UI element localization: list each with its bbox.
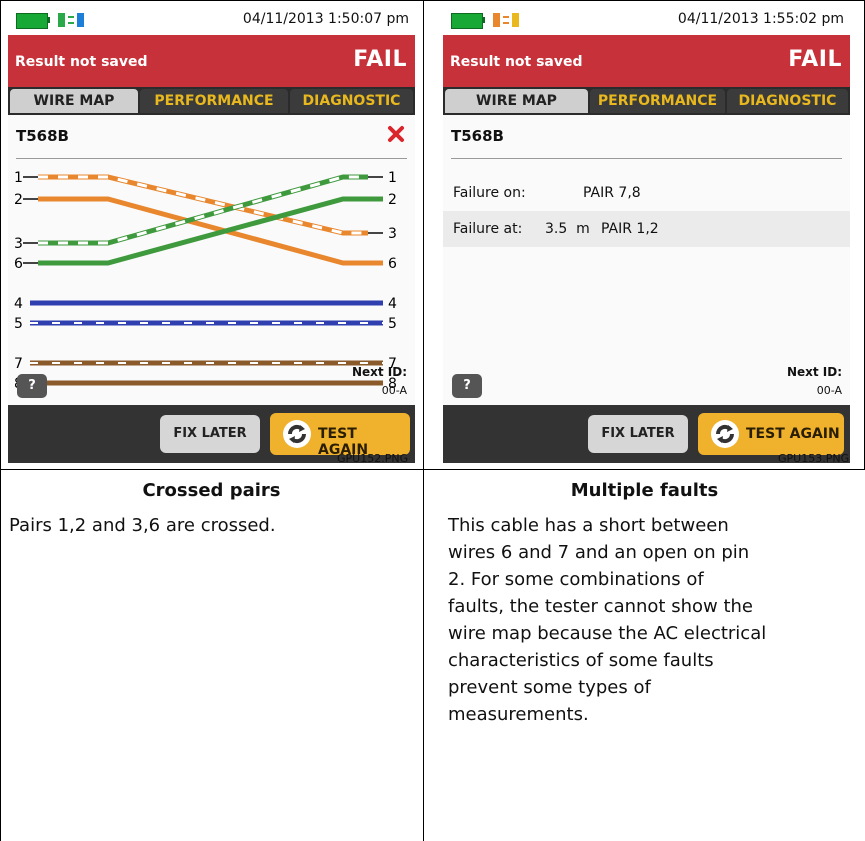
pin-left-6: 6 (14, 256, 23, 272)
wire-3 (23, 174, 383, 246)
tab-diagnostic[interactable]: DIAGNOSTIC (727, 89, 848, 113)
failure-at-value: PAIR 1,2 (601, 221, 659, 237)
description-line: measurements. (448, 704, 589, 725)
wire-map-panel: T568B Failure on: PAIR 7,8 Failure at: 3… (443, 115, 850, 405)
table-border-mid (423, 0, 424, 841)
description-line: This cable has a short between (448, 515, 729, 536)
pin-right-1: 1 (388, 170, 397, 186)
pin-left-2: 2 (14, 192, 23, 208)
pin-right-4: 4 (388, 296, 397, 312)
tab-wire-map[interactable]: WIRE MAP (445, 89, 588, 113)
pin-right-2: 2 (388, 192, 397, 208)
description-line: characteristics of some faults (448, 650, 714, 671)
wire-map-panel: T568B 1 2 3 6 4 5 7 1 2 3 6 4 5 7 8 ? Ne… (8, 115, 415, 405)
tab-bar: WIRE MAP PERFORMANCE DIAGNOSTIC (443, 87, 850, 115)
description-line: prevent some types of (448, 677, 651, 698)
battery-icon (16, 13, 48, 29)
battery-tip (47, 17, 50, 23)
description-line: wires 6 and 7 and an open on pin (448, 542, 750, 563)
image-filename-right: GPU153.PNG (778, 452, 850, 465)
table-border-top (0, 0, 865, 1)
caption-description-right: This cable has a short between wires 6 a… (448, 512, 863, 728)
standard-label: T568B (451, 127, 504, 145)
pin-left-7: 7 (14, 356, 23, 372)
description-line: faults, the tester cannot show the (448, 596, 753, 617)
wire-map-diagram: 1 2 3 6 4 5 7 8 1 2 3 6 4 5 7 8 (14, 170, 397, 392)
status-bar: 04/11/2013 1:55:02 pm (443, 5, 850, 35)
pin-left-1: 1 (14, 170, 23, 186)
pin-left-5: 5 (14, 316, 23, 332)
pin-left-4: 4 (14, 296, 23, 312)
result-message: Result not saved (450, 54, 583, 70)
network-icon (493, 13, 519, 27)
result-banner: Result not saved FAIL (8, 35, 415, 87)
tab-wire-map[interactable]: WIRE MAP (10, 89, 138, 113)
refresh-icon (711, 420, 739, 448)
status-time: 04/11/2013 1:55:02 pm (677, 11, 844, 27)
tab-diagnostic[interactable]: DIAGNOSTIC (290, 89, 413, 113)
test-again-button[interactable]: TEST AGAIN (270, 413, 410, 458)
status-time: 04/11/2013 1:50:07 pm (242, 11, 409, 27)
tab-performance[interactable]: PERFORMANCE (590, 89, 725, 113)
result-banner: Result not saved FAIL (443, 35, 850, 87)
tab-performance[interactable]: PERFORMANCE (140, 89, 288, 113)
battery-tip (482, 17, 485, 23)
table-border-row (0, 469, 865, 470)
battery-icon (451, 13, 483, 29)
failure-on-row: Failure on: PAIR 7,8 (443, 175, 850, 211)
result-status: FAIL (353, 47, 407, 72)
caption-title-left: Crossed pairs (142, 480, 281, 501)
failure-at-row: Failure at: 3.5 m PAIR 1,2 (443, 211, 850, 247)
tab-bar: WIRE MAP PERFORMANCE DIAGNOSTIC (8, 87, 415, 115)
result-message: Result not saved (15, 54, 148, 70)
table-border-left (0, 0, 1, 841)
help-button[interactable]: ? (17, 374, 47, 398)
description-line: 2. For some combinations of (448, 569, 704, 590)
help-button[interactable]: ? (452, 374, 482, 398)
next-id-label: Next ID: (351, 365, 407, 379)
next-id-value: 00-A (816, 384, 842, 397)
failure-on-label: Failure on: (453, 185, 526, 201)
failure-at-label: Failure at: (453, 221, 523, 237)
header-divider (451, 158, 842, 159)
pin-right-3: 3 (388, 226, 397, 242)
image-filename-left: GPU152.PNG (337, 452, 409, 465)
description-line: wire map because the AC electrical (448, 623, 767, 644)
refresh-icon (283, 420, 311, 448)
test-again-label: TEST AGAIN (746, 426, 840, 442)
tester-screen-left: 04/11/2013 1:50:07 pm Result not saved F… (8, 5, 415, 463)
next-id-value: 00-A (381, 384, 407, 397)
pin-right-6: 6 (388, 256, 397, 272)
test-again-button[interactable]: TEST AGAIN (698, 413, 844, 455)
pin-right-5: 5 (388, 316, 397, 332)
caption-description-left: Pairs 1,2 and 3,6 are crossed. (9, 515, 276, 536)
network-icon (58, 13, 84, 27)
fix-later-button[interactable]: FIX LATER (588, 415, 688, 453)
fix-later-button[interactable]: FIX LATER (160, 415, 260, 453)
status-bar: 04/11/2013 1:50:07 pm (8, 5, 415, 35)
next-id-label: Next ID: (786, 365, 842, 379)
failure-on-value: PAIR 7,8 (583, 185, 641, 201)
failure-at-distance: 3.5 m (545, 221, 590, 237)
caption-title-right: Multiple faults (570, 480, 719, 501)
pin-left-3: 3 (14, 236, 23, 252)
result-status: FAIL (788, 47, 842, 72)
tester-screen-right: 04/11/2013 1:55:02 pm Result not saved F… (443, 5, 850, 463)
